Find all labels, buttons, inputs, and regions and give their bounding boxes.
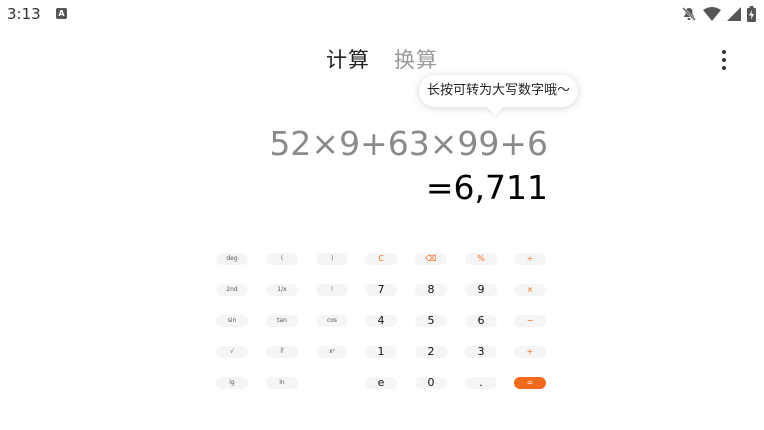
key-0-1[interactable]: ( [266,253,298,265]
status-bar: 3:13 A [0,0,764,28]
key-2-6[interactable]: − [514,315,546,327]
notifications-off-icon [682,7,696,21]
key-4-6[interactable]: = [514,377,546,389]
battery-charging-icon [747,6,756,22]
key-2-3[interactable]: 4 [365,315,397,327]
key-0-4[interactable]: ⌫ [415,253,447,265]
key-3-3[interactable]: 1 [365,346,397,358]
key-2-4[interactable]: 5 [415,315,447,327]
key-4-4[interactable]: 0 [415,377,447,389]
key-0-3[interactable]: C [365,253,397,265]
status-time: 3:13 [7,5,41,23]
key-3-1[interactable]: ∛ [266,346,298,358]
more-dot [722,50,726,54]
more-dot [722,58,726,62]
key-3-6[interactable]: + [514,346,546,358]
wifi-icon [703,6,721,21]
key-1-6[interactable]: × [514,284,546,296]
key-4-5[interactable]: . [465,377,497,389]
result-display[interactable]: =6,711 [426,168,548,207]
key-4-0[interactable]: lg [216,377,248,389]
key-3-0[interactable]: √ [216,346,248,358]
key-1-0[interactable]: 2nd [216,284,248,296]
key-2-1[interactable]: tan [266,315,298,327]
key-0-2[interactable]: ) [316,253,348,265]
more-options-icon[interactable] [718,50,730,70]
tab-convert[interactable]: 换算 [394,44,438,74]
mode-tabs: 计算 换算 [0,44,764,76]
expression-display[interactable]: 52×9+63×99+6 [269,124,548,163]
key-4-3[interactable]: e [365,377,397,389]
tab-calculate[interactable]: 计算 [326,44,370,74]
status-icons [681,6,756,22]
key-3-4[interactable]: 2 [415,346,447,358]
cell-signal-icon [727,7,741,21]
key-1-3[interactable]: 7 [365,284,397,296]
key-4-1[interactable]: ln [266,377,298,389]
app-notification-icon: A [56,8,67,19]
more-dot [722,66,726,70]
key-1-4[interactable]: 8 [415,284,447,296]
key-2-2[interactable]: cos [316,315,348,327]
key-0-5[interactable]: % [465,253,497,265]
key-1-1[interactable]: 1/x [266,284,298,296]
key-2-5[interactable]: 6 [465,315,497,327]
key-2-0[interactable]: sin [216,315,248,327]
tooltip: 长按可转为大写数字哦～ [419,75,578,107]
key-3-5[interactable]: 3 [465,346,497,358]
key-empty [316,377,348,389]
key-3-2[interactable]: xʸ [316,346,348,358]
key-1-5[interactable]: 9 [465,284,497,296]
key-0-6[interactable]: ÷ [514,253,546,265]
key-0-0[interactable]: deg [216,253,248,265]
key-1-2[interactable]: ! [316,284,348,296]
